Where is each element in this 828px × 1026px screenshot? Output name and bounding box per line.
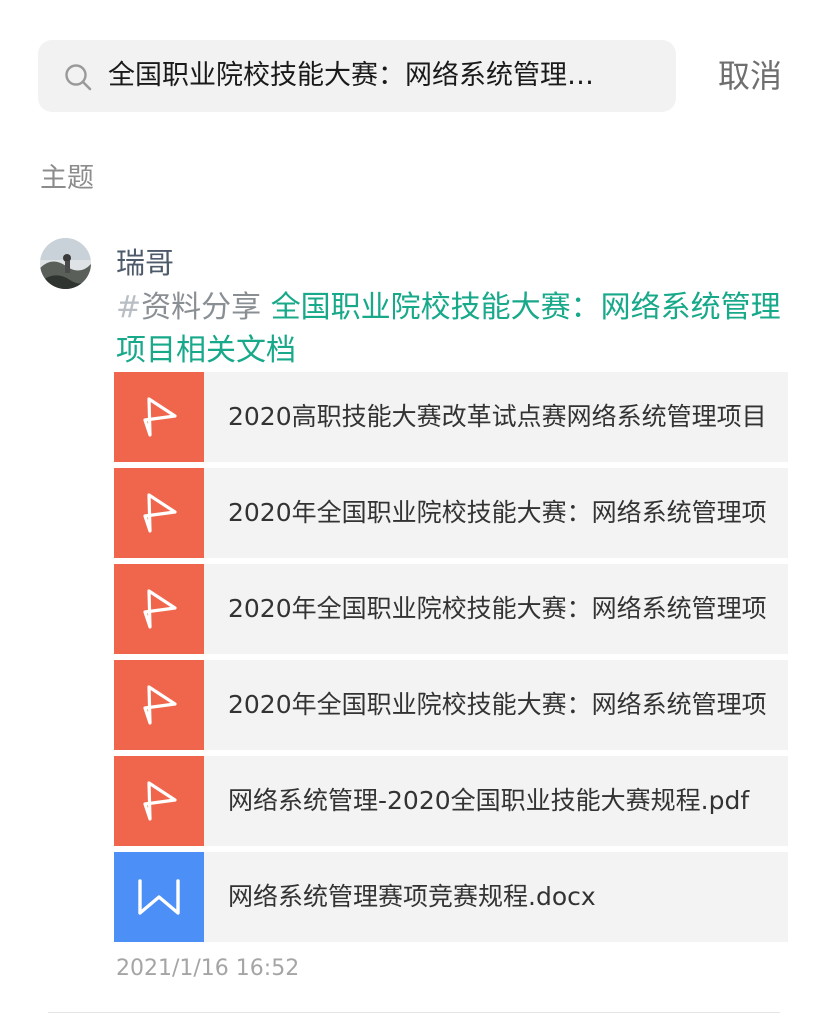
file-item[interactable]: 2020年全国职业院校技能大赛：网络系统管理项	[114, 468, 788, 558]
file-name: 2020年全国职业院校技能大赛：网络系统管理项	[228, 594, 767, 623]
file-item[interactable]: 网络系统管理赛项竞赛规程.docx	[114, 852, 788, 942]
file-name: 网络系统管理赛项竞赛规程.docx	[228, 882, 596, 911]
post-tag[interactable]: 资料分享	[141, 290, 261, 325]
file-item[interactable]: 2020高职技能大赛改革试点赛网络系统管理项目	[114, 372, 788, 462]
file-name: 2020年全国职业院校技能大赛：网络系统管理项	[228, 498, 767, 527]
file-name: 2020年全国职业院校技能大赛：网络系统管理项	[228, 690, 767, 719]
divider	[48, 1012, 780, 1013]
file-name: 网络系统管理-2020全国职业技能大赛规程.pdf	[228, 786, 750, 815]
pdf-file-icon	[114, 660, 204, 750]
file-item[interactable]: 2020年全国职业院校技能大赛：网络系统管理项	[114, 660, 788, 750]
file-name: 2020高职技能大赛改革试点赛网络系统管理项目	[228, 402, 767, 431]
author-name[interactable]: 瑞哥	[116, 240, 174, 282]
post-timestamp: 2021/1/16 16:52	[116, 956, 300, 981]
pdf-file-icon	[114, 372, 204, 462]
word-file-icon	[114, 852, 204, 942]
file-item[interactable]: 网络系统管理-2020全国职业技能大赛规程.pdf	[114, 756, 788, 846]
file-list: 2020高职技能大赛改革试点赛网络系统管理项目 2020年全国职业院校技能大赛：…	[114, 372, 788, 948]
cancel-button[interactable]: 取消	[718, 40, 782, 112]
search-input[interactable]: 全国职业院校技能大赛：网络系统管理…	[108, 40, 660, 112]
post-text[interactable]: #资料分享 全国职业院校技能大赛：网络系统管理项目相关文档	[116, 286, 796, 372]
pdf-file-icon	[114, 564, 204, 654]
user-avatar-icon	[40, 238, 91, 289]
search-icon	[65, 64, 92, 91]
file-item[interactable]: 2020年全国职业院校技能大赛：网络系统管理项	[114, 564, 788, 654]
avatar[interactable]	[40, 238, 91, 289]
pdf-file-icon	[114, 756, 204, 846]
search-results-page: 全国职业院校技能大赛：网络系统管理… 取消 主题 瑞哥 #资料分享 全国职业院校…	[0, 0, 828, 1026]
hash-symbol: #	[116, 290, 142, 325]
section-title: 主题	[40, 163, 94, 194]
pdf-file-icon	[114, 468, 204, 558]
search-box[interactable]: 全国职业院校技能大赛：网络系统管理…	[38, 40, 676, 112]
